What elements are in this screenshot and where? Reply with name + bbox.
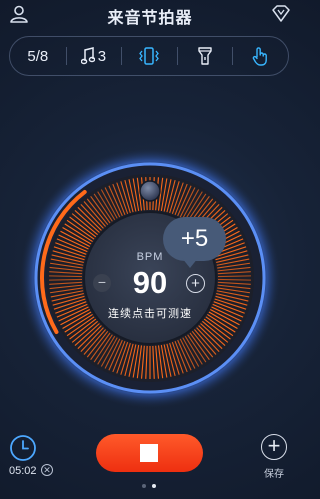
tap-hint-text: 连续点击可测速 [108, 308, 192, 320]
dial-knob[interactable] [139, 180, 161, 202]
subdivision-button[interactable]: 3 [65, 37, 122, 75]
time-signature-value: 5/8 [27, 47, 49, 65]
vibrate-phone-icon [139, 47, 159, 65]
page-indicator [140, 484, 160, 490]
flashlight-icon [197, 47, 212, 65]
flashlight-toggle[interactable] [176, 37, 233, 75]
dial-tick [49, 278, 83, 281]
increase-bpm-button[interactable]: + [186, 274, 205, 293]
page-title: 来音节拍器 [107, 10, 193, 27]
timer-icon[interactable] [9, 434, 37, 462]
time-signature-button[interactable]: 5/8 [10, 37, 66, 75]
header-bar: 来音节拍器 [0, 0, 300, 30]
tap-hand-icon [252, 47, 268, 66]
timer-value: 05:02 [9, 465, 37, 477]
subdivision-value: 3 [97, 47, 107, 65]
settings-toolbar: 5/8 3 [9, 36, 289, 76]
music-note-icon [80, 47, 95, 65]
vibrate-toggle[interactable] [121, 37, 177, 75]
save-label: 保存 [264, 469, 284, 480]
page-dot[interactable] [142, 484, 146, 488]
increment-bubble: +5 [163, 217, 226, 261]
timer-clear-button[interactable]: ✕ [41, 464, 53, 476]
stop-icon [140, 444, 158, 462]
tap-tempo-button[interactable] [232, 37, 288, 75]
increment-bubble-tail [182, 258, 198, 268]
dial-tick [217, 275, 251, 278]
dial-tick [217, 278, 251, 281]
save-button[interactable]: + [261, 434, 287, 460]
tempo-dial[interactable]: BPM 90 连续点击可测速 [20, 148, 280, 408]
dial-tick [49, 275, 83, 278]
decrease-bpm-button[interactable]: − [93, 274, 111, 292]
vip-gem-icon[interactable] [270, 3, 292, 25]
page-dot[interactable] [152, 484, 156, 488]
stop-button[interactable] [96, 434, 203, 472]
